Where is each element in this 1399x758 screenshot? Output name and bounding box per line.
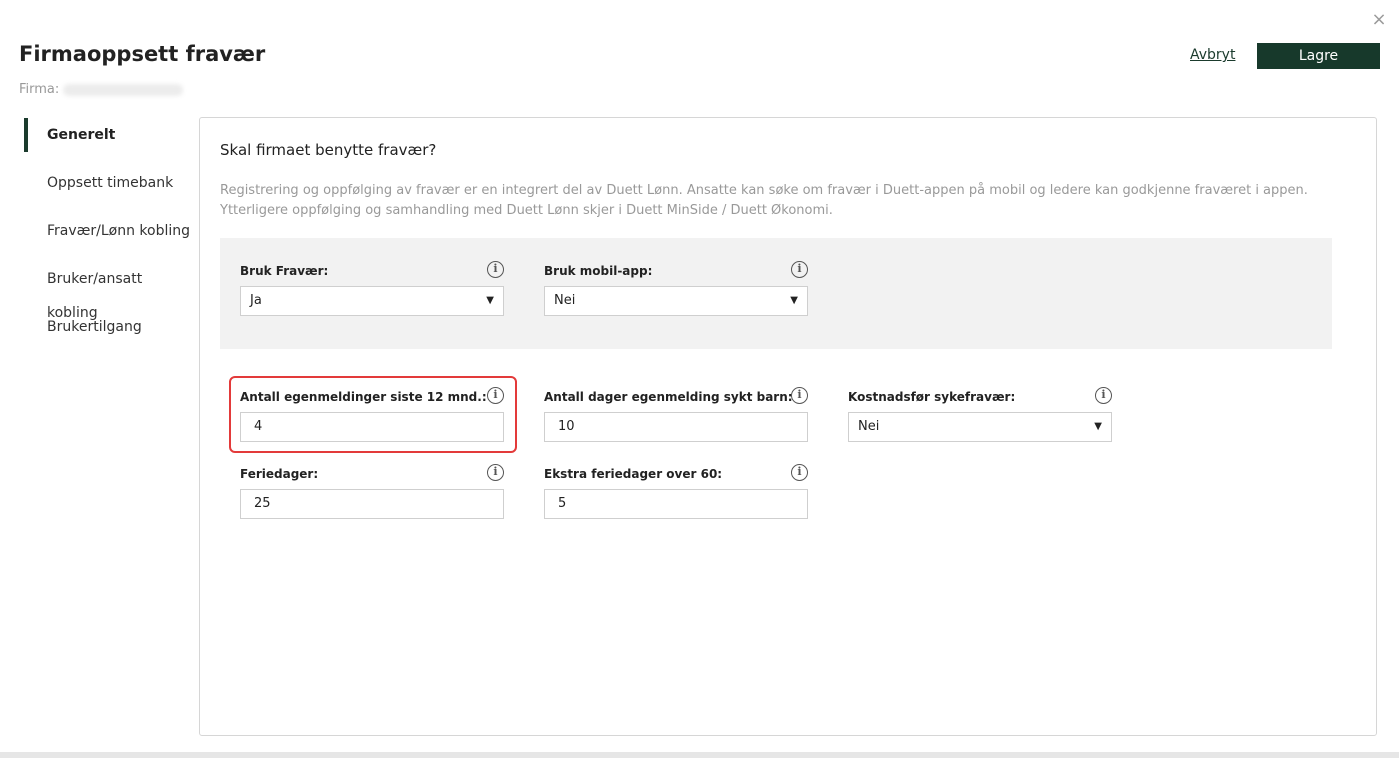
info-icon[interactable]: i — [1095, 387, 1112, 404]
feriedager-field: Feriedager: i 25 — [240, 464, 504, 519]
bruk-mobilapp-value: Nei — [554, 293, 576, 308]
bruk-mobilapp-field: Bruk mobil-app: i Nei ▼ — [544, 261, 808, 316]
sidebar-item-fravaer-lonn-kobling[interactable]: Fravær/Lønn kobling — [24, 214, 194, 248]
firma-row: Firma: — [19, 82, 184, 97]
close-icon[interactable]: × — [1371, 10, 1387, 30]
bruk-mobilapp-label: Bruk mobil-app: — [544, 264, 653, 278]
kostnadsfor-field: Kostnadsfør sykefravær: i Nei ▼ — [848, 387, 1112, 442]
info-icon[interactable]: i — [791, 464, 808, 481]
ekstra-feriedager-label: Ekstra feriedager over 60: — [544, 467, 723, 481]
sidebar-item-brukertilgang[interactable]: Brukertilgang — [24, 310, 194, 344]
ekstra-feriedager-input[interactable]: 5 — [544, 489, 808, 519]
sykt-barn-input[interactable]: 10 — [544, 412, 808, 442]
firma-name-redacted — [63, 83, 184, 96]
feriedager-label: Feriedager: — [240, 467, 319, 481]
cancel-link[interactable]: Avbryt — [1190, 47, 1235, 63]
bruk-fravaer-select[interactable]: Ja ▼ — [240, 286, 504, 316]
info-icon[interactable]: i — [487, 464, 504, 481]
sidebar-item-generelt[interactable]: Generelt — [24, 118, 194, 152]
section-heading: Skal firmaet benytte fravær? — [220, 141, 437, 159]
firmaoppsett-dialog: × Firmaoppsett fravær Firma: Avbryt Lagr… — [0, 0, 1399, 752]
sidebar-nav: Generelt Oppsett timebank Fravær/Lønn ko… — [24, 118, 194, 358]
sidebar-item-bruker-ansatt-kobling[interactable]: Bruker/ansatt kobling — [24, 262, 194, 321]
chevron-down-icon: ▼ — [1094, 421, 1102, 432]
highlight-frame — [229, 376, 517, 453]
bruk-fravaer-label: Bruk Fravær: — [240, 264, 329, 278]
firma-label: Firma: — [19, 82, 60, 97]
page-title: Firmaoppsett fravær — [19, 42, 266, 66]
sykt-barn-field: Antall dager egenmelding sykt barn: i 10 — [544, 387, 808, 442]
kostnadsfor-label: Kostnadsfør sykefravær: — [848, 390, 1016, 404]
save-button[interactable]: Lagre — [1257, 43, 1380, 69]
chevron-down-icon: ▼ — [790, 295, 798, 306]
kostnadsfor-value: Nei — [858, 419, 880, 434]
info-icon[interactable]: i — [791, 261, 808, 278]
info-icon[interactable]: i — [791, 387, 808, 404]
bruk-fravaer-value: Ja — [250, 293, 262, 308]
chevron-down-icon: ▼ — [486, 295, 494, 306]
feriedager-input[interactable]: 25 — [240, 489, 504, 519]
section-description: Registrering og oppfølging av fravær er … — [220, 183, 1308, 218]
sidebar-item-oppsett-timebank[interactable]: Oppsett timebank — [24, 166, 194, 200]
bruk-fravaer-field: Bruk Fravær: i Ja ▼ — [240, 261, 504, 316]
bruk-mobilapp-select[interactable]: Nei ▼ — [544, 286, 808, 316]
sykt-barn-label: Antall dager egenmelding sykt barn: — [544, 390, 793, 404]
info-icon[interactable]: i — [487, 261, 504, 278]
content-panel: Skal firmaet benytte fravær? Registrerin… — [199, 117, 1377, 736]
kostnadsfor-select[interactable]: Nei ▼ — [848, 412, 1112, 442]
ekstra-feriedager-field: Ekstra feriedager over 60: i 5 — [544, 464, 808, 519]
